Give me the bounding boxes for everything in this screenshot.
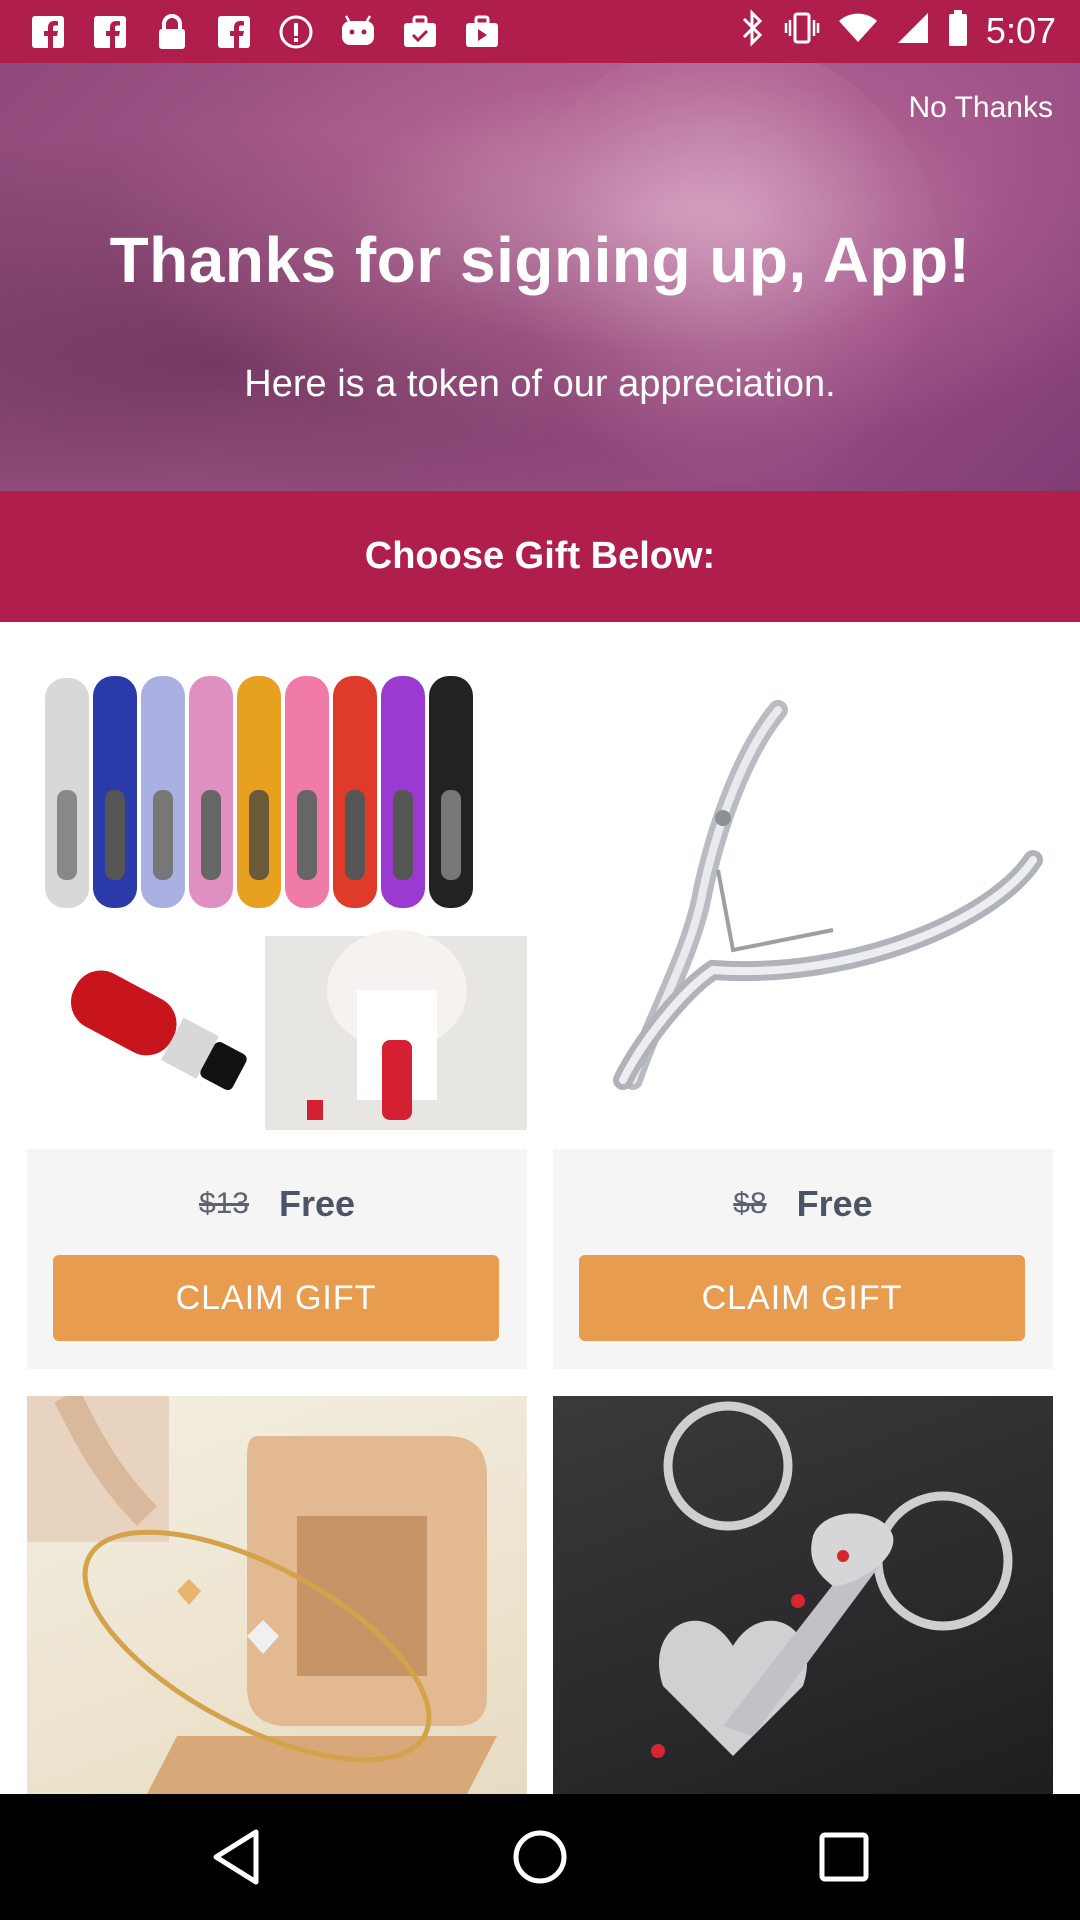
hero-subtitle: Here is a token of our appreciation. — [244, 363, 836, 405]
battery-icon — [948, 10, 968, 51]
vibrate-icon — [784, 10, 820, 51]
circle-info-icon — [276, 12, 316, 52]
wifi-icon — [838, 12, 878, 49]
no-thanks-button[interactable]: No Thanks — [908, 91, 1053, 125]
clock: 5:07 — [985, 9, 1056, 51]
facebook-icon — [28, 12, 68, 52]
notification-icons — [28, 12, 502, 52]
facebook-icon — [214, 12, 254, 52]
hero-title: Thanks for signing up, App! — [109, 224, 971, 296]
original-price: $13 — [198, 1187, 249, 1220]
signal-icon — [896, 11, 930, 50]
android-icon — [338, 12, 378, 52]
facebook-icon — [90, 12, 130, 52]
navigation-bar — [0, 1794, 1080, 1920]
price-row: $8 Free — [553, 1183, 1053, 1225]
perfume-bottles-row — [45, 676, 473, 908]
briefcase-play-icon — [462, 12, 502, 52]
free-price: Free — [279, 1183, 356, 1224]
free-price: Free — [796, 1183, 873, 1224]
gift-image-bracelet[interactable] — [27, 1396, 527, 1794]
system-icons: 5:07 — [740, 8, 1056, 53]
status-bar: 5:07 — [0, 0, 1080, 63]
gift-image-keychain[interactable] — [553, 1396, 1053, 1794]
gift-image-perfume[interactable] — [27, 660, 527, 1130]
gift-card-1: $13 Free CLAIM GIFT — [27, 1149, 527, 1369]
price-row: $13 Free — [27, 1183, 527, 1225]
home-icon[interactable] — [507, 1824, 573, 1890]
bluetooth-icon — [740, 8, 766, 53]
choose-gift-banner: Choose Gift Below: — [0, 491, 1080, 622]
claim-gift-button[interactable]: CLAIM GIFT — [579, 1255, 1025, 1341]
claim-gift-button[interactable]: CLAIM GIFT — [53, 1255, 499, 1341]
gift-image-cuticle-nipper[interactable] — [553, 660, 1053, 1130]
original-price: $8 — [733, 1187, 767, 1220]
lock-icon — [152, 12, 192, 52]
choose-gift-label: Choose Gift Below: — [364, 535, 716, 577]
recents-icon[interactable] — [811, 1824, 877, 1890]
hero-banner: No Thanks Thanks for signing up, App! He… — [0, 63, 1080, 491]
briefcase-check-icon — [400, 12, 440, 52]
back-icon[interactable] — [203, 1824, 269, 1890]
gift-card-2: $8 Free CLAIM GIFT — [553, 1149, 1053, 1369]
